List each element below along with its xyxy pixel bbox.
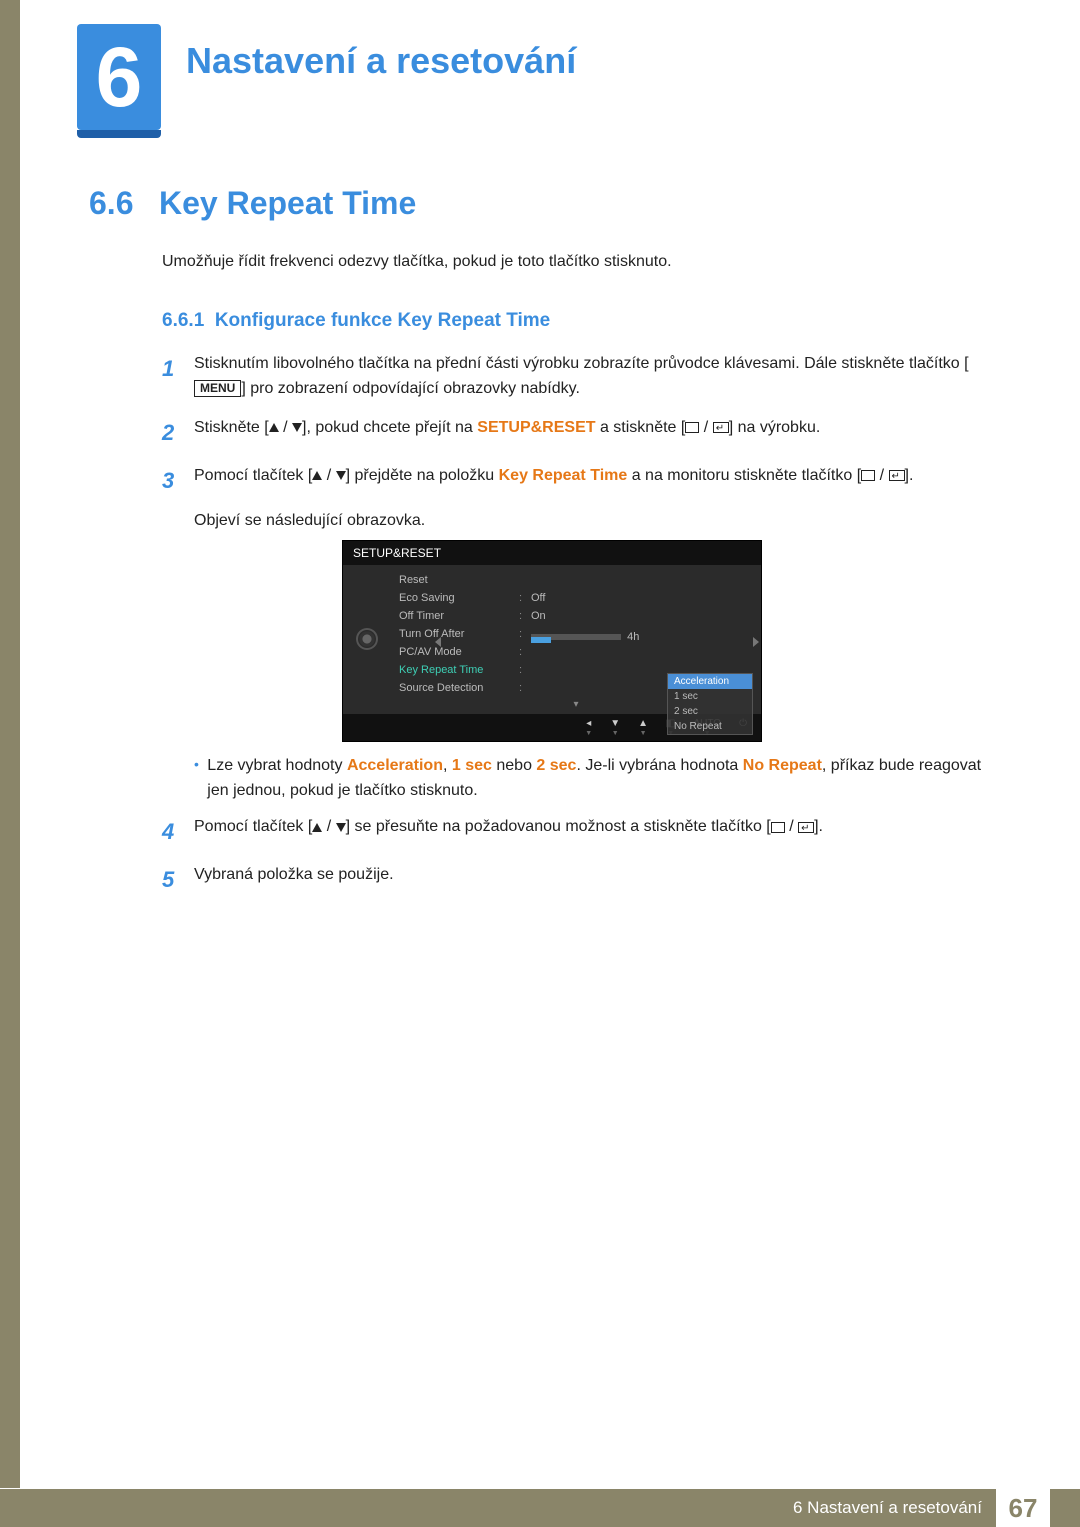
intro-text: Umožňuje řídit frekvenci odezvy tlačítka…: [162, 253, 672, 271]
osd-opt: No Repeat: [668, 719, 752, 734]
chapter-tab-shadow: [77, 130, 161, 138]
subsection-title: Konfigurace funkce Key Repeat Time: [215, 310, 550, 331]
up-icon: [312, 471, 322, 480]
osd-left-panel: [343, 565, 391, 714]
subsection-number: 6.6.1: [162, 310, 204, 331]
menu-icon: MENU: [194, 380, 241, 397]
step-1: 1 Stisknutím libovolného tlačítka na pře…: [162, 352, 982, 402]
osd-menu: Reset Eco Saving:Off Off Timer:On Turn O…: [391, 565, 761, 714]
step-4: 4 Pomocí tlačítek [ / ] se přesuňte na p…: [162, 815, 982, 849]
step-body: Pomocí tlačítek [ / ] přejděte na položk…: [194, 464, 982, 498]
footer-bar: 6 Nastavení a resetování 67: [0, 1489, 1080, 1527]
step-num: 3: [162, 464, 194, 498]
source-icon: [771, 822, 785, 833]
enter-icon: [713, 422, 729, 433]
osd-row-eco: Eco Saving:Off: [391, 589, 761, 607]
osd-header: SETUP&RESET: [343, 541, 761, 565]
down-icon: [292, 423, 302, 432]
osd-row-offtimer: Off Timer:On: [391, 607, 761, 625]
osd-btn-down: ▼▼: [610, 718, 620, 737]
osd-btn-back: ◂▼: [585, 718, 592, 737]
osd-body: Reset Eco Saving:Off Off Timer:On Turn O…: [343, 565, 761, 714]
step-5: 5 Vybraná položka se použije.: [162, 863, 982, 897]
bullet-icon: •: [194, 754, 207, 804]
osd-options-popup: Acceleration 1 sec 2 sec No Repeat: [667, 673, 753, 735]
section-title: Key Repeat Time: [159, 185, 416, 221]
subsection-heading: 6.6.1 Konfigurace funkce Key Repeat Time: [162, 310, 550, 332]
up-icon: [312, 823, 322, 832]
step-num: 2: [162, 416, 194, 450]
osd-opt: 2 sec: [668, 704, 752, 719]
highlight: Key Repeat Time: [499, 467, 628, 484]
osd-btn-up: ▲▼: [638, 718, 648, 737]
steps-container: 1 Stisknutím libovolného tlačítka na pře…: [162, 352, 982, 912]
enter-icon: [798, 822, 814, 833]
step-num: 5: [162, 863, 194, 897]
osd-opt: 1 sec: [668, 689, 752, 704]
section-number: 6.6: [89, 185, 159, 222]
osd-screenshot: SETUP&RESET Reset Eco Saving:Off Off Tim…: [342, 540, 762, 742]
down-icon: [336, 471, 346, 480]
step-body: Stisknutím libovolného tlačítka na předn…: [194, 352, 982, 402]
bullet-note: • Lze vybrat hodnoty Acceleration, 1 sec…: [194, 754, 982, 804]
down-icon: [336, 823, 346, 832]
footer-label: 6 Nastavení a resetování: [793, 1498, 982, 1518]
page-number: 67: [996, 1489, 1050, 1527]
chapter-title: Nastavení a resetování: [186, 40, 576, 82]
osd-row-turnoff: Turn Off After: 4h: [391, 625, 761, 643]
step-3: 3 Pomocí tlačítek [ / ] přejděte na polo…: [162, 464, 982, 498]
osd-row-pcav: PC/AV Mode:: [391, 643, 761, 661]
osd-opt: Acceleration: [668, 674, 752, 689]
enter-icon: [889, 470, 905, 481]
up-icon: [269, 423, 279, 432]
step-num: 1: [162, 352, 194, 402]
step-2: 2 Stiskněte [ / ], pokud chcete přejít n…: [162, 416, 982, 450]
source-icon: [685, 422, 699, 433]
step-body: Pomocí tlačítek [ / ] se přesuňte na pož…: [194, 815, 982, 849]
osd-caption: Objeví se následující obrazovka.: [194, 512, 982, 530]
osd-row-reset: Reset: [391, 571, 761, 589]
arrow-left-icon: [435, 637, 441, 647]
source-icon: [861, 470, 875, 481]
step-body: Stiskněte [ / ], pokud chcete přejít na …: [194, 416, 982, 450]
sidebar-stripe: [0, 0, 20, 1488]
highlight: SETUP&RESET: [477, 419, 595, 436]
step-num: 4: [162, 815, 194, 849]
section-heading: 6.6Key Repeat Time: [89, 185, 416, 222]
step-body: Vybraná položka se použije.: [194, 863, 982, 897]
chapter-number: 6: [96, 29, 143, 126]
chapter-tab: 6: [77, 24, 161, 130]
gear-icon: [358, 630, 376, 648]
arrow-right-icon: [753, 637, 759, 647]
